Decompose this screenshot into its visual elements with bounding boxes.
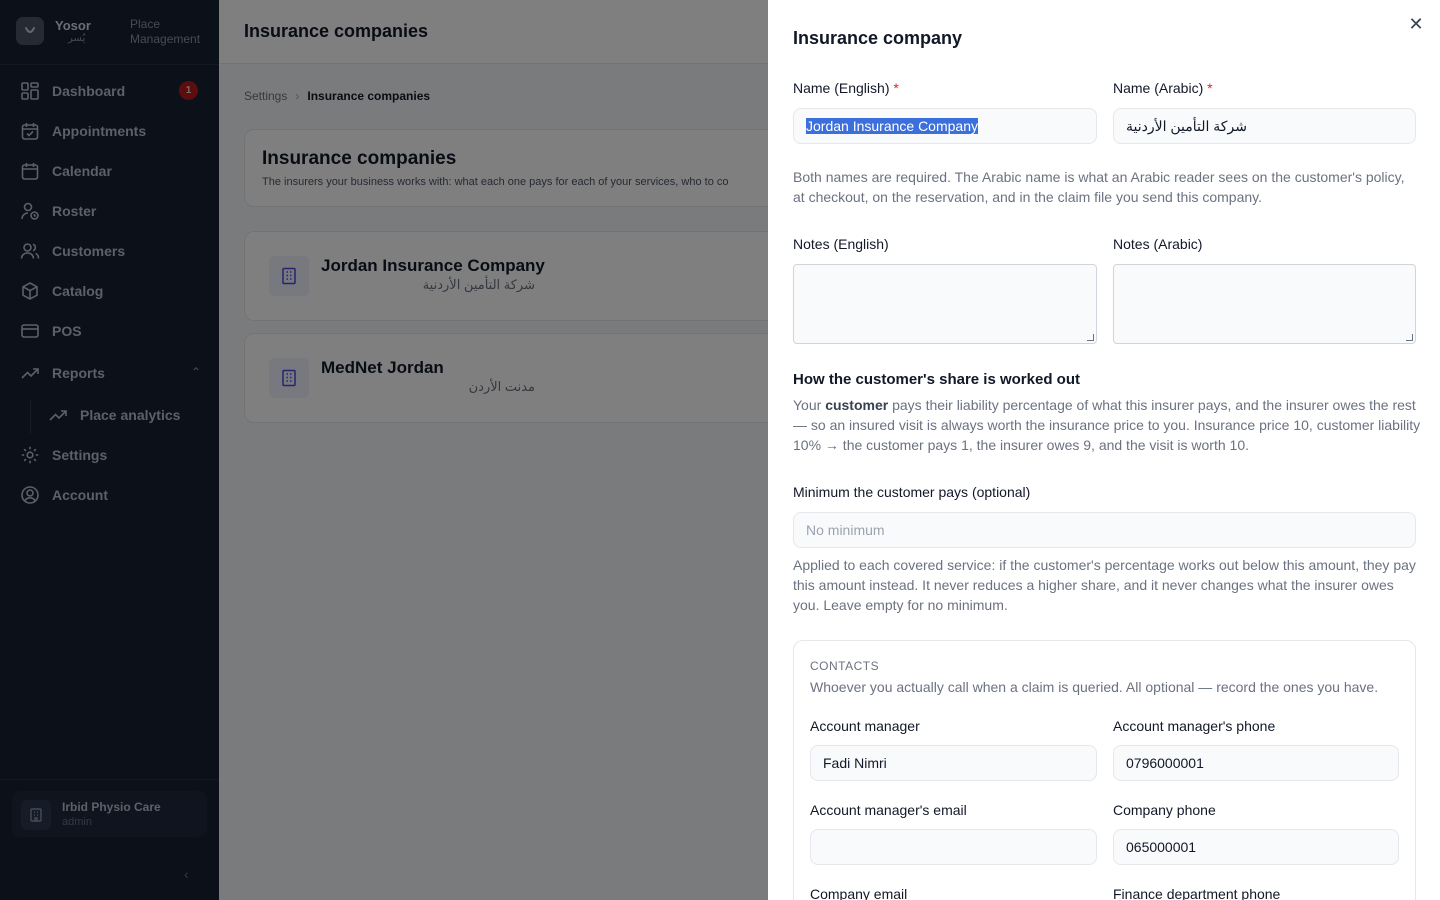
input-value: 065000001: [1126, 839, 1197, 855]
name-arabic-input[interactable]: شركة التأمين الأردنية: [1113, 108, 1416, 144]
drawer-title: Insurance company: [793, 28, 963, 48]
account-manager-input[interactable]: Fadi Nimri: [810, 745, 1097, 781]
selected-text: Jordan Insurance Company: [806, 118, 978, 134]
finance-phone-label: Finance department phone: [1113, 886, 1281, 900]
minimum-input[interactable]: No minimum: [793, 512, 1416, 548]
close-icon[interactable]: ✕: [1406, 14, 1426, 34]
notes-english-label: Notes (English): [793, 236, 889, 252]
modal-backdrop[interactable]: [0, 0, 768, 900]
account-manager-phone-label: Account manager's phone: [1113, 718, 1276, 734]
account-manager-label: Account manager: [810, 718, 920, 734]
minimum-label: Minimum the customer pays (optional): [793, 484, 1031, 500]
contacts-subtitle: Whoever you actually call when a claim i…: [810, 679, 1379, 695]
account-manager-email-label: Account manager's email: [810, 802, 967, 818]
insurance-company-drawer: Insurance company ✕ Name (English) * Jor…: [768, 0, 1440, 900]
input-value: 0796000001: [1126, 755, 1204, 771]
name-english-input[interactable]: Jordan Insurance Company: [793, 108, 1097, 144]
input-value: شركة التأمين الأردنية: [1126, 117, 1247, 134]
account-manager-phone-input[interactable]: 0796000001: [1113, 745, 1399, 781]
minimum-help-text: Applied to each covered service: if the …: [793, 557, 1416, 613]
input-placeholder: No minimum: [806, 522, 885, 538]
notes-english-textarea[interactable]: [793, 264, 1097, 344]
notes-arabic-textarea[interactable]: [1113, 264, 1416, 344]
company-email-label: Company email: [810, 886, 908, 900]
contacts-heading: CONTACTS: [810, 659, 880, 673]
share-help-text: Your customer pays their liability perce…: [793, 397, 1421, 453]
notes-arabic-label: Notes (Arabic): [1113, 236, 1203, 252]
name-english-label: Name (English) *: [793, 80, 899, 96]
input-value: Fadi Nimri: [823, 755, 887, 771]
share-heading: How the customer's share is worked out: [793, 371, 1080, 388]
account-manager-email-input[interactable]: [810, 829, 1097, 865]
name-arabic-label: Name (Arabic) *: [1113, 80, 1213, 96]
company-phone-input[interactable]: 065000001: [1113, 829, 1399, 865]
names-help-text: Both names are required. The Arabic name…: [793, 169, 1405, 205]
contacts-section: CONTACTS Whoever you actually call when …: [793, 640, 1416, 900]
company-phone-label: Company phone: [1113, 802, 1216, 818]
